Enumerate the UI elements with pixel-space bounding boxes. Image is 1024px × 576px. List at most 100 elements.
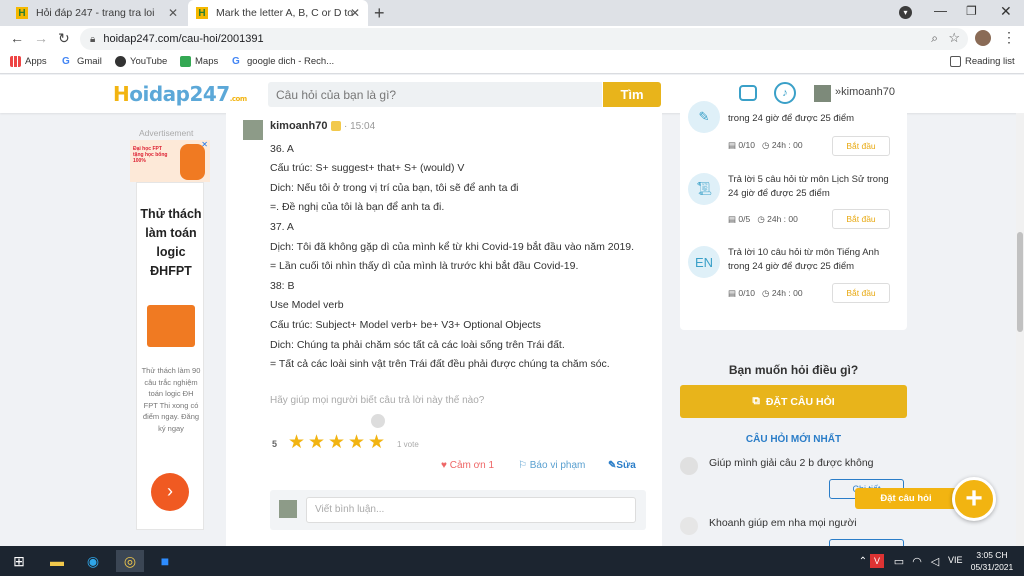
star-icon[interactable]: ★ bbox=[288, 433, 306, 452]
star-icon[interactable]: ★ bbox=[348, 433, 366, 452]
star-icon[interactable]: ★ bbox=[368, 433, 386, 452]
task-meta: ▤ 0/10 ◷ 24h : 00 bbox=[728, 288, 803, 299]
task-text: Trả lời 5 câu hỏi từ môn Lịch Sử trong 2… bbox=[728, 174, 889, 199]
tab-search-icon[interactable]: ▾ bbox=[899, 6, 912, 19]
profile-avatar[interactable] bbox=[975, 30, 991, 46]
author-avatar[interactable] bbox=[243, 120, 263, 140]
clock-time: 3:05 CH bbox=[976, 550, 1008, 560]
bookmark-star-icon[interactable]: ☆ bbox=[948, 30, 960, 46]
start-task-button[interactable]: Bắt đầu bbox=[832, 209, 890, 229]
edit-label: Sửa bbox=[616, 460, 636, 471]
site-logo[interactable]: Hoidap247.com bbox=[113, 82, 247, 106]
browser-tab-strip: H Hỏi đáp 247 - trang tra loi ✕ H Mark t… bbox=[0, 0, 1024, 26]
star-icon[interactable]: ★ bbox=[328, 433, 346, 452]
ad-label: Advertisement bbox=[139, 128, 194, 138]
comment-placeholder: Viết bình luận... bbox=[315, 504, 385, 515]
hoidap-favicon-icon: H bbox=[16, 7, 28, 19]
thanks-button[interactable]: ♥ Cảm ơn 1 bbox=[441, 460, 494, 471]
bookmark-apps[interactable]: Apps bbox=[10, 56, 47, 67]
latest-question[interactable]: Khoanh giúp em nha mọi người bbox=[709, 517, 857, 529]
bookmark-youtube[interactable]: YouTube bbox=[115, 56, 167, 67]
comment-input[interactable]: Viết bình luận... bbox=[306, 497, 636, 523]
bookmark-gmail[interactable]: G Gmail bbox=[62, 56, 102, 67]
detail-button[interactable] bbox=[829, 539, 904, 546]
chrome-icon[interactable]: ◎ bbox=[116, 550, 144, 572]
user-avatar[interactable] bbox=[814, 85, 831, 102]
fab-label[interactable]: Đặt câu hỏi bbox=[855, 488, 957, 509]
author-name[interactable]: kimoanh70 bbox=[270, 120, 327, 132]
plus-icon: + bbox=[965, 482, 983, 515]
ad-arrow-button[interactable]: › bbox=[151, 473, 189, 511]
reload-icon[interactable]: ↻ bbox=[58, 30, 70, 47]
answer-line: Cấu trúc: S+ suggest+ that+ S+ (would) V bbox=[270, 162, 465, 174]
ask-question-button[interactable]: ⧉ ĐẶT CÂU HỎI bbox=[680, 385, 907, 418]
report-button[interactable]: ⚐ Báo vi phạm bbox=[518, 460, 585, 471]
close-tab-icon[interactable]: ✕ bbox=[168, 6, 178, 20]
search-button[interactable]: Tìm bbox=[603, 82, 661, 107]
close-tab-icon[interactable]: ✕ bbox=[350, 6, 360, 20]
task-text: Trả lời 10 câu hỏi từ môn Tiếng Anh tron… bbox=[728, 247, 880, 272]
zoom-icon[interactable]: ⌕ bbox=[931, 31, 938, 46]
add-question-fab[interactable]: + bbox=[952, 477, 996, 521]
reading-list[interactable]: Reading list bbox=[950, 56, 1015, 67]
progress-icon: ▤ bbox=[728, 214, 739, 224]
ask-heading: Bạn muốn hỏi điều gì? bbox=[728, 363, 859, 377]
bookmark-maps[interactable]: Maps bbox=[180, 56, 218, 67]
edit-button[interactable]: ✎Sửa bbox=[608, 460, 636, 471]
speaker-icon[interactable]: ◁ bbox=[924, 550, 946, 572]
tab-title: Mark the letter A, B, C or D to inc bbox=[216, 7, 354, 19]
search-placeholder: Câu hỏi của bạn là gì? bbox=[276, 87, 397, 102]
windows-taskbar: ⊞ ▬ ◉ ◎ ■ ⌃ V ▭ ◠ ◁ VIE 3:05 CH 05/31/20… bbox=[0, 546, 1024, 576]
search-input[interactable]: Câu hỏi của bạn là gì? bbox=[268, 82, 602, 107]
file-explorer-icon[interactable]: ▬ bbox=[46, 550, 68, 572]
google-g-icon: G bbox=[62, 56, 70, 67]
bookmark-google-dich[interactable]: Ggoogle dich - Rech... bbox=[232, 56, 334, 67]
forward-icon[interactable]: → bbox=[34, 30, 48, 46]
start-task-button[interactable]: Bắt đầu bbox=[832, 283, 890, 303]
task-progress: 0/10 bbox=[738, 288, 755, 298]
search-button-label: Tìm bbox=[620, 87, 644, 102]
close-window-icon[interactable]: ✕ bbox=[1000, 3, 1012, 20]
voter-avatar bbox=[371, 414, 385, 428]
menu-dots-icon[interactable]: ⋮ bbox=[1002, 29, 1016, 46]
tab-title: Hỏi đáp 247 - trang tra loi bbox=[36, 7, 155, 19]
language-indicator[interactable]: VIE bbox=[948, 555, 963, 565]
clock[interactable]: 3:05 CH 05/31/2021 bbox=[970, 549, 1014, 573]
restore-icon[interactable]: ❐ bbox=[966, 4, 977, 18]
answer-time: · 15:04 bbox=[344, 121, 376, 132]
back-icon[interactable]: ← bbox=[10, 30, 24, 46]
task-text: trong 24 giờ để được 25 điểm bbox=[728, 113, 855, 124]
ad-banner-image[interactable]: Đại học FPT tặng học bổng 100% ✕ bbox=[130, 140, 210, 182]
task-item: EN Trả lời 10 câu hỏi từ môn Tiếng Anh t… bbox=[680, 246, 907, 316]
tab-mark-letter[interactable]: H Mark the letter A, B, C or D to inc ✕ bbox=[188, 0, 368, 26]
start-task-button[interactable]: Bắt đầu bbox=[832, 136, 890, 156]
new-tab-icon[interactable]: + bbox=[374, 3, 385, 24]
minimize-icon[interactable]: — bbox=[934, 3, 947, 18]
tab-hoidap[interactable]: H Hỏi đáp 247 - trang tra loi ✕ bbox=[8, 0, 186, 26]
ad-close-icon[interactable]: ✕ bbox=[201, 140, 208, 149]
answer-line: 37. A bbox=[270, 221, 294, 233]
math-task-icon: ✎ bbox=[688, 101, 720, 133]
task-time: 24h : 00 bbox=[771, 288, 803, 298]
ad-card[interactable]: Thử thách làm toán logic ĐHFPT Thử thách… bbox=[136, 182, 204, 530]
scrollbar-thumb[interactable] bbox=[1017, 232, 1023, 332]
progress-icon: ▤ bbox=[728, 140, 739, 150]
task-item: ✎ trong 24 giờ để được 25 điểm ▤ 0/10 ◷ … bbox=[680, 101, 907, 171]
bookmark-label: Gmail bbox=[77, 56, 102, 67]
chat-icon[interactable] bbox=[739, 85, 757, 101]
latest-heading: CÂU HỎI MỚI NHẤT bbox=[745, 434, 842, 445]
start-label: Bắt đầu bbox=[846, 141, 876, 151]
answer-line: Dich: Nếu tôi ở trong vị trí của bạn, tô… bbox=[270, 182, 519, 194]
vpn-icon[interactable]: V bbox=[870, 554, 884, 568]
answer-line: 38: B bbox=[270, 280, 295, 292]
comment-box: Viết bình luận... bbox=[270, 490, 646, 530]
ad-promo-text: Đại học FPT tặng học bổng 100% bbox=[133, 146, 168, 164]
latest-question[interactable]: Giúp mình giải câu 2 b được không bbox=[709, 457, 874, 469]
star-icon[interactable]: ★ bbox=[308, 433, 326, 452]
logo-sub: .com bbox=[229, 95, 247, 103]
edge-icon[interactable]: ◉ bbox=[82, 550, 104, 572]
user-menu[interactable]: »kimoanh70 bbox=[835, 86, 895, 98]
windows-start-icon[interactable]: ⊞ bbox=[8, 550, 30, 572]
address-bar[interactable]: 🔒︎ hoidap247.com/cau-hoi/2001391 ⌕ ☆ bbox=[80, 28, 968, 50]
zoom-app-icon[interactable]: ■ bbox=[154, 550, 176, 572]
